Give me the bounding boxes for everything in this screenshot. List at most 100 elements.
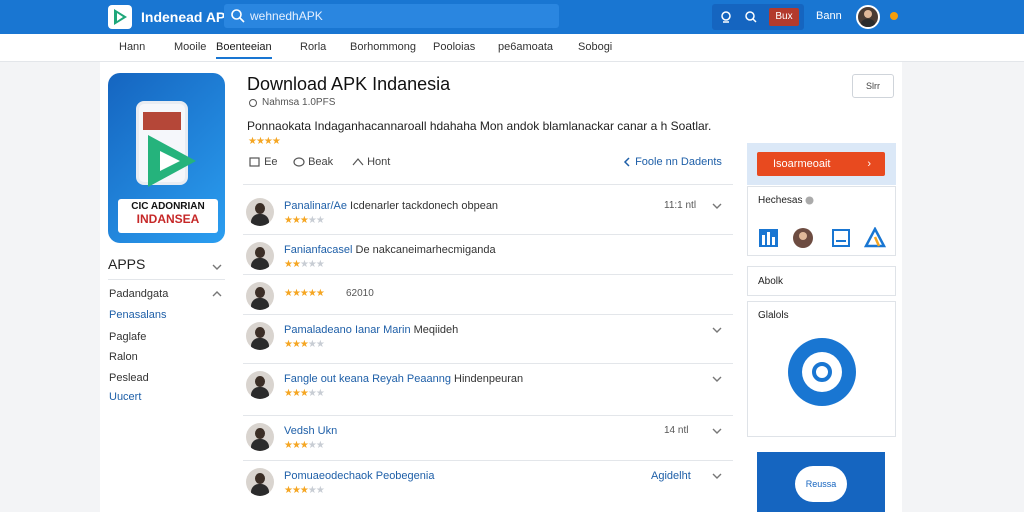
nav-item-3[interactable]: Rorla (300, 41, 326, 53)
nav-item-6[interactable]: pe6amoata (498, 41, 553, 53)
chevron-down-icon[interactable] (712, 472, 722, 480)
related-label: Hechesas (758, 195, 814, 206)
reviewer-avatar[interactable] (246, 322, 274, 350)
chevron-down-icon[interactable] (712, 427, 722, 435)
share-icon (352, 158, 364, 166)
install-button[interactable]: Isoarmeoait › (757, 152, 885, 176)
chevron-down-icon[interactable] (712, 202, 722, 210)
reviewer-name[interactable]: Fanianfacasel (284, 244, 353, 256)
review-text: Hindenpeuran (450, 373, 524, 385)
comment-action[interactable]: Beak (293, 156, 333, 168)
review-text: Icdenarler tackdonech obpean (347, 200, 499, 212)
review-divider (243, 415, 733, 416)
drive-app-icon[interactable] (864, 227, 886, 249)
review-divider (243, 460, 733, 461)
gallery-label: Glalols (758, 310, 789, 321)
sidebar-item-4[interactable]: Peslead (109, 372, 149, 384)
share-link[interactable]: Foole nn Dadents (622, 156, 722, 168)
reviewer-text: Fangle out keana Reyah Peaanng Hindenpeu… (284, 373, 523, 385)
phone-screen (143, 112, 181, 130)
reviewer-name[interactable]: Vedsh Ukn (284, 425, 337, 437)
nav-item-2[interactable]: Boenteeian (216, 41, 272, 59)
app-logo-icon[interactable] (108, 5, 132, 29)
review-stars: ★★★★★ (284, 215, 325, 226)
review-divider (243, 314, 733, 315)
sidebar-item-0[interactable]: Padandgata (109, 288, 168, 300)
app-meta: Nahmsa 1.0PFS (262, 97, 336, 108)
sidebar-item-2[interactable]: Paglafe (109, 331, 146, 343)
search-icon[interactable] (743, 9, 759, 25)
chevron-down-icon[interactable] (212, 262, 222, 272)
sidebar-item-5[interactable]: Uucert (109, 391, 141, 403)
nav-item-0[interactable]: Hann (119, 41, 145, 53)
reviewer-avatar[interactable] (246, 423, 274, 451)
reviewer-name[interactable]: Pamaladeano Ianar Marin (284, 324, 411, 336)
nav-item-4[interactable]: Borhommong (350, 41, 416, 53)
share-action[interactable]: Hont (352, 156, 390, 168)
notification-icon[interactable] (718, 9, 734, 25)
nav-item-1[interactable]: Mooile (174, 41, 206, 53)
sidebar-divider (108, 279, 225, 280)
nav-item-5[interactable]: Pooloias (433, 41, 475, 53)
reviewer-avatar[interactable] (246, 242, 274, 270)
app-icon: CIC ADONRIAN INDANSEA (108, 73, 225, 243)
comment-icon (293, 157, 305, 167)
sidebar-item-3[interactable]: Ralon (109, 351, 138, 363)
install-label: Isoarmeoait (773, 158, 831, 170)
search-input[interactable] (250, 6, 550, 26)
user-avatar[interactable] (856, 5, 880, 29)
badge-button[interactable]: Bux (769, 8, 799, 26)
like-icon (249, 157, 260, 167)
share-label: Hont (367, 156, 391, 168)
reviewer-name[interactable]: Fangle out keana Reyah Peaanng (284, 373, 451, 385)
chevron-up-icon[interactable] (212, 289, 222, 299)
reviewer-avatar[interactable] (246, 282, 274, 310)
review-time[interactable]: Agidelht (651, 470, 691, 482)
about-box[interactable]: Abolk (747, 266, 896, 296)
app-icon-line2: INDANSEA (136, 212, 200, 226)
review-text: De nakcaneimarhecmiganda (352, 244, 496, 256)
search-icon (231, 9, 245, 23)
top-header: Indenead AP Bux Bann (0, 0, 1024, 34)
app-description: Ponnaokata Indaganhacannaroall hdahaha M… (247, 119, 712, 133)
about-label: Abolk (758, 276, 784, 287)
review-divider (243, 274, 733, 275)
profile-app-icon[interactable] (792, 227, 814, 249)
app-icon-label: CIC ADONRIAN INDANSEA (118, 199, 218, 233)
document-app-icon[interactable] (830, 227, 852, 249)
status-dot-icon (890, 12, 898, 20)
user-name[interactable]: Bann (816, 10, 842, 22)
sidebar-title: APPS (108, 256, 146, 272)
search-bar[interactable] (224, 4, 559, 28)
review-stars: ★★★★★ (284, 388, 325, 399)
info-icon (805, 196, 814, 205)
brand-name[interactable]: Indenead AP (141, 9, 225, 25)
review-text: Meqiideh (410, 324, 459, 336)
reviewer-avatar[interactable] (246, 198, 274, 226)
chevron-down-icon[interactable] (712, 375, 722, 383)
arrow-right-icon: › (867, 158, 871, 170)
app-rating-stars: ★★★★ (248, 136, 281, 147)
review-stars: ★★★★★ (284, 339, 325, 350)
chart-app-icon[interactable] (758, 227, 780, 249)
app-icon-line1: CIC ADONRIAN (131, 201, 205, 212)
reviewer-avatar[interactable] (246, 371, 274, 399)
review-stars: ★★★★★ (284, 259, 325, 270)
nav-item-7[interactable]: Sobogi (578, 41, 612, 53)
review-stars: ★★★★★ (284, 485, 325, 496)
chevron-down-icon[interactable] (712, 326, 722, 334)
sync-logo-icon[interactable] (788, 338, 856, 406)
review-time: 11:1 ntl (664, 200, 697, 211)
reviewer-name[interactable]: Pomuaeodechaok Peobegenia (284, 470, 434, 482)
reviewer-text: Panalinar/Ae Icdenarler tackdonech obpea… (284, 200, 498, 212)
play-logo-icon (148, 135, 196, 187)
reviewer-avatar[interactable] (246, 468, 274, 496)
reviewer-name[interactable]: Panalinar/Ae (284, 200, 347, 212)
review-stars: ★★★★★ (284, 440, 325, 451)
sidebar-item-1[interactable]: Penasalans (109, 309, 167, 321)
top-right-button[interactable]: Slrr (852, 74, 894, 98)
avatar-person-icon (861, 10, 875, 27)
like-action[interactable]: Ee (249, 156, 278, 168)
promo-banner[interactable]: Reussa (757, 452, 885, 512)
review-time: 14 ntl (664, 425, 689, 436)
